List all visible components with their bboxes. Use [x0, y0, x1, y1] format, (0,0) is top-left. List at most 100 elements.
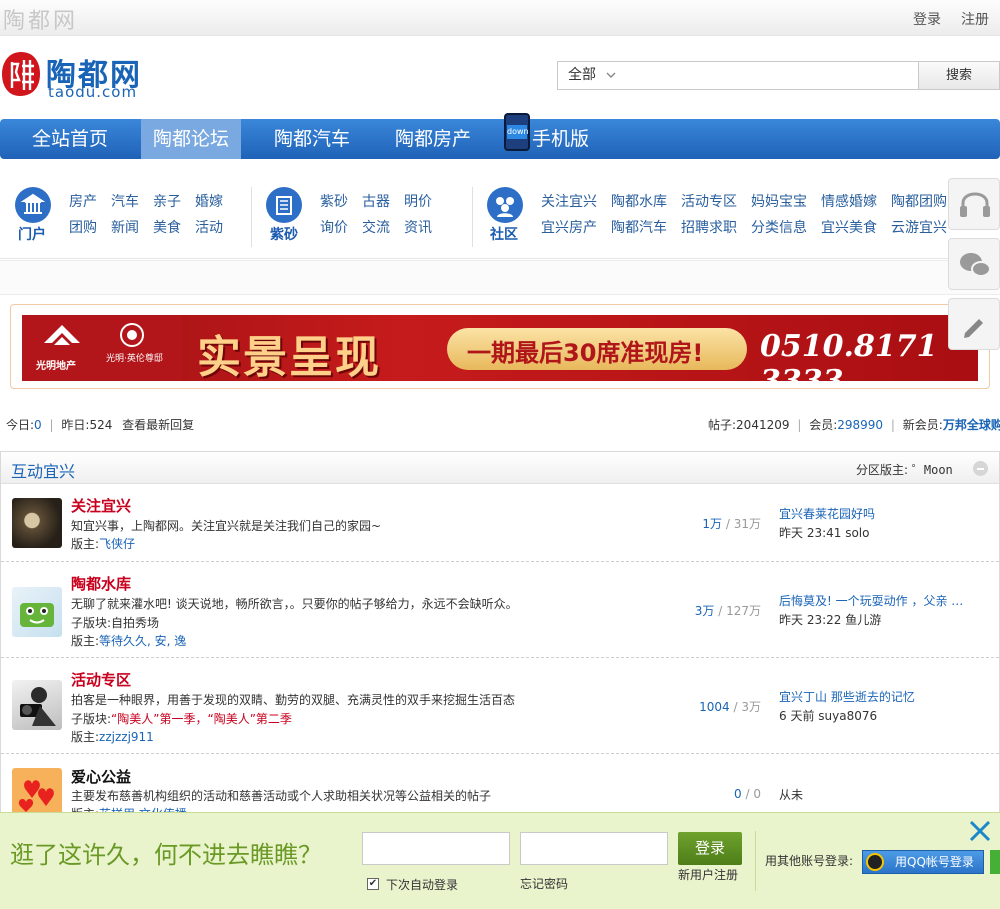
wechat-login-button[interactable] — [990, 850, 1000, 874]
quick-link[interactable]: 陶都水库 — [611, 191, 667, 211]
last-post-link[interactable]: 后悔莫及! 一个玩耍动作 ，父亲 … — [779, 592, 979, 609]
thread-count: 1万 — [702, 517, 723, 531]
quick-link[interactable]: 陶都汽车 — [611, 217, 667, 237]
board-icon[interactable] — [12, 768, 62, 818]
quick-link[interactable]: 关注宜兴 — [541, 191, 597, 211]
latest-replies-link[interactable]: 查看最新回复 — [122, 418, 194, 432]
board-name[interactable]: 关注宜兴 — [71, 495, 131, 516]
nav-auto[interactable]: 陶都汽车 — [262, 119, 362, 159]
quick-link[interactable]: 招聘求职 — [681, 217, 737, 237]
collapse-icon[interactable] — [973, 461, 988, 476]
quick-link[interactable]: 宜兴房产 — [541, 217, 597, 237]
banner-brand: 光明地产 — [36, 361, 76, 372]
portal-icon[interactable] — [15, 187, 51, 223]
posts-label: 帖子: — [708, 418, 737, 432]
thread-count: 1004 — [699, 700, 730, 714]
search-scope-select[interactable]: 全部 — [558, 62, 620, 89]
board-desc: 拍客是一种眼界，用善于发现的双睛、勤劳的双腿、充满灵性的双手来挖掘生活百态 — [71, 693, 516, 707]
quick-links-panel: 门户 房产 汽车 亲子 婚嫁 团购 新闻 美食 活动 紫砂 紫砂 古器 明价 询… — [0, 173, 1000, 259]
wechat-button[interactable] — [948, 238, 1000, 290]
banner-offer: 一期最后30席准现房! — [467, 339, 704, 367]
quick-link[interactable]: 交流 — [362, 217, 390, 237]
board-admin-link[interactable]: 等待久久, 安, 逸 — [99, 634, 186, 648]
search-box: 全部 搜索 — [557, 61, 1000, 90]
post-count: 0 — [753, 787, 761, 801]
last-post-link[interactable]: 宜兴丁山 那些逝去的记忆 — [779, 688, 979, 705]
customer-service-button[interactable] — [948, 178, 1000, 230]
new-user-register-link[interactable]: 新用户注册 — [678, 866, 738, 883]
close-icon[interactable] — [968, 819, 992, 843]
quick-link[interactable]: 房产 — [69, 191, 97, 211]
top-bar: 陶都网 登录 注册 — [0, 0, 1000, 36]
table-row: 活动专区 拍客是一种眼界，用善于发现的双睛、勤劳的双腿、充满灵性的双手来挖掘生活… — [1, 658, 999, 754]
quick-link[interactable]: 汽车 — [111, 191, 139, 211]
quick-link[interactable]: 古器 — [362, 191, 390, 211]
quick-link[interactable]: 分类信息 — [751, 217, 807, 237]
quick-link[interactable]: 陶都团购 — [891, 191, 947, 211]
quick-link[interactable]: 云游宜兴 — [891, 217, 947, 237]
qq-login-button[interactable]: 用QQ帐号登录 — [862, 850, 984, 874]
username-input[interactable] — [362, 832, 510, 865]
quick-link[interactable]: 询价 — [320, 217, 348, 237]
banner-brand-sub: 光明·英伦尊邸 — [106, 354, 163, 364]
nav-forum[interactable]: 陶都论坛 — [141, 119, 241, 159]
quick-link[interactable]: 婚嫁 — [195, 191, 223, 211]
quick-link[interactable]: 宜兴美食 — [821, 217, 877, 237]
subboard-link[interactable]: 自拍秀场 — [111, 616, 159, 630]
board-admin-link[interactable]: zzjzzj911 — [99, 730, 154, 744]
admin-label: 版主: — [71, 730, 100, 744]
subboard-link[interactable]: “陶美人”第一季，“陶美人”第二季 — [111, 712, 292, 726]
register-link[interactable]: 注册 — [961, 9, 989, 29]
search-input[interactable] — [620, 62, 918, 89]
board-icon[interactable] — [12, 498, 62, 548]
quick-link[interactable]: 明价 — [404, 191, 432, 211]
quick-link[interactable]: 新闻 — [111, 217, 139, 237]
headset-icon — [960, 192, 990, 217]
community-icon[interactable] — [487, 187, 523, 223]
nav-mobile[interactable]: 手机版 — [532, 119, 592, 159]
search-button[interactable]: 搜索 — [918, 62, 999, 89]
quick-link[interactable]: 妈妈宝宝 — [751, 191, 807, 211]
quick-link[interactable]: 活动 — [195, 217, 223, 237]
quick-group-label[interactable]: 门户 — [18, 224, 46, 244]
quick-group-label[interactable]: 紫砂 — [270, 224, 298, 244]
remember-checkbox[interactable]: ✔ — [367, 878, 379, 890]
board-name[interactable]: 活动专区 — [71, 669, 131, 690]
category-title[interactable]: 互动宜兴 — [11, 458, 75, 482]
quick-link[interactable]: 资讯 — [404, 217, 432, 237]
board-name[interactable]: 陶都水库 — [71, 573, 131, 594]
login-button[interactable]: 登录 — [678, 832, 742, 865]
mods-name[interactable]: ゜Moon — [912, 463, 953, 477]
pencil-icon — [964, 319, 983, 338]
logo-seal-icon[interactable] — [0, 50, 42, 98]
admin-label: 版主: — [71, 537, 100, 551]
last-post-meta: 昨天 23:22 鱼儿游 — [779, 613, 882, 627]
forgot-password-link[interactable]: 忘记密码 — [520, 875, 568, 892]
last-post-link[interactable]: 宜兴春莱花园好吗 — [779, 505, 979, 522]
ad-banner[interactable]: 光明地产 光明·英伦尊邸 实景呈现 一期最后30席准现房! 0510.8171 … — [22, 315, 978, 381]
quick-link[interactable]: 亲子 — [153, 191, 181, 211]
board-name[interactable]: 爱心公益 — [71, 766, 131, 787]
board-icon[interactable] — [12, 587, 62, 637]
login-link[interactable]: 登录 — [913, 9, 941, 29]
zisha-icon[interactable] — [266, 187, 302, 223]
divider — [472, 187, 473, 247]
mobile-phone-icon[interactable]: down — [504, 113, 530, 151]
quick-link[interactable]: 紫砂 — [320, 191, 348, 211]
board-counts: 1004 / 3万 — [699, 700, 761, 714]
board-admin-link[interactable]: 飞侠仔 — [99, 537, 135, 551]
brand-logo-icon — [44, 325, 80, 345]
quick-link[interactable]: 活动专区 — [681, 191, 737, 211]
nav-home[interactable]: 全站首页 — [18, 119, 122, 159]
password-input[interactable] — [520, 832, 668, 865]
quick-link[interactable]: 情感婚嫁 — [821, 191, 877, 211]
newest-member-link[interactable]: 万邦全球购 — [943, 418, 1000, 432]
members-count: 298990 — [837, 418, 884, 432]
quick-group-label[interactable]: 社区 — [490, 224, 518, 244]
table-row: 陶都水库 无聊了就来灌水吧! 谈天说地，畅所欲言，。只要你的帖子够给力，永远不会… — [1, 562, 999, 658]
quick-link[interactable]: 美食 — [153, 217, 181, 237]
quick-link[interactable]: 团购 — [69, 217, 97, 237]
board-icon[interactable] — [12, 680, 62, 730]
nav-house[interactable]: 陶都房产 — [383, 119, 483, 159]
feedback-button[interactable] — [948, 298, 1000, 350]
